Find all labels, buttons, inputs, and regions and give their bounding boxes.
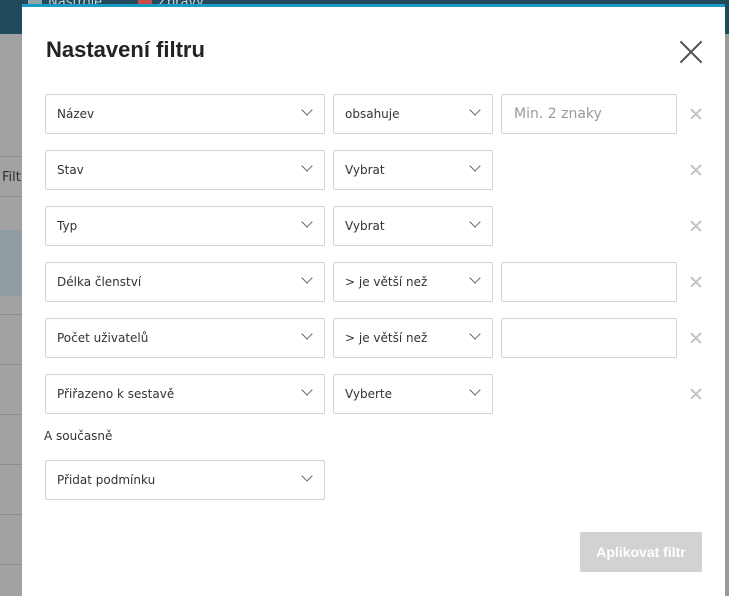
filter-operator-value: obsahuje <box>345 107 400 121</box>
filter-operator-select[interactable]: Vybrat <box>333 150 493 190</box>
chevron-down-icon <box>470 276 480 286</box>
close-icon[interactable] <box>678 39 704 65</box>
chevron-down-icon <box>302 164 312 174</box>
filter-settings-modal: Nastavení filtru Název obsahuje Stav Vyb… <box>22 4 725 596</box>
divider <box>0 196 22 197</box>
filter-row: Název obsahuje <box>22 94 725 134</box>
add-condition-label: Přidat podmínku <box>57 473 156 487</box>
filter-value-input[interactable] <box>502 319 676 357</box>
and-also-label: A současně <box>44 429 113 443</box>
filter-row: Délka členství > je větší než <box>22 262 725 302</box>
filter-operator-value: Vybrat <box>345 219 385 233</box>
chevron-down-icon <box>470 164 480 174</box>
backdrop-row-highlight <box>0 230 22 296</box>
divider <box>0 564 22 565</box>
divider <box>0 156 22 157</box>
chevron-down-icon <box>302 332 312 342</box>
chevron-down-icon <box>470 220 480 230</box>
divider <box>0 514 22 515</box>
remove-condition-icon[interactable] <box>688 330 704 346</box>
chevron-down-icon <box>302 108 312 118</box>
filter-field-value: Název <box>57 107 95 121</box>
filter-field-value: Délka členství <box>57 275 142 289</box>
filter-operator-value: Vybrat <box>345 163 385 177</box>
filter-operator-select[interactable]: Vybrat <box>333 206 493 246</box>
filter-field-select[interactable]: Název <box>45 94 325 134</box>
remove-condition-icon[interactable] <box>688 274 704 290</box>
remove-condition-icon[interactable] <box>688 106 704 122</box>
chevron-down-icon <box>470 332 480 342</box>
filter-field-select[interactable]: Počet uživatelů <box>45 318 325 358</box>
filter-field-value: Typ <box>57 219 78 233</box>
chevron-down-icon <box>302 388 312 398</box>
filter-field-select[interactable]: Typ <box>45 206 325 246</box>
filter-operator-select[interactable]: > je větší než <box>333 318 493 358</box>
modal-title: Nastavení filtru <box>46 37 205 62</box>
remove-condition-icon[interactable] <box>688 386 704 402</box>
chevron-down-icon <box>470 108 480 118</box>
chevron-down-icon <box>302 474 312 484</box>
filter-field-select[interactable]: Stav <box>45 150 325 190</box>
remove-condition-icon[interactable] <box>688 162 704 178</box>
chevron-down-icon <box>302 220 312 230</box>
filter-field-value: Přiřazeno k sestavě <box>57 387 175 401</box>
divider <box>0 364 22 365</box>
filter-operator-select[interactable]: Vyberte <box>333 374 493 414</box>
filter-field-select[interactable]: Délka členství <box>45 262 325 302</box>
chevron-down-icon <box>302 276 312 286</box>
filter-field-value: Stav <box>57 163 84 177</box>
filter-operator-value: > je větší než <box>345 275 428 289</box>
filter-operator-value: Vyberte <box>345 387 393 401</box>
filter-value-input[interactable] <box>502 263 676 301</box>
filter-row: Přiřazeno k sestavě Vyberte <box>22 374 725 414</box>
chevron-down-icon <box>470 388 480 398</box>
divider <box>0 464 22 465</box>
filter-value-field <box>501 94 677 134</box>
divider <box>0 314 22 315</box>
filter-field-select[interactable]: Přiřazeno k sestavě <box>45 374 325 414</box>
filter-operator-select[interactable]: > je větší než <box>333 262 493 302</box>
add-condition-row: Přidat podmínku <box>22 460 725 500</box>
remove-condition-icon[interactable] <box>688 218 704 234</box>
backdrop-table-edge: Filt <box>0 34 22 596</box>
filter-operator-value: > je větší než <box>345 331 428 345</box>
filter-row: Typ Vybrat <box>22 206 725 246</box>
filter-value-field <box>501 318 677 358</box>
filter-value-field <box>501 262 677 302</box>
filter-value-input[interactable] <box>502 95 676 133</box>
filter-field-value: Počet uživatelů <box>57 331 149 345</box>
apply-filter-button[interactable]: Aplikovat filtr <box>580 532 702 572</box>
add-condition-select[interactable]: Přidat podmínku <box>45 460 325 500</box>
filter-row: Počet uživatelů > je větší než <box>22 318 725 358</box>
backdrop-filter-label: Filt <box>2 170 21 185</box>
filter-row: Stav Vybrat <box>22 150 725 190</box>
divider <box>0 414 22 415</box>
filter-operator-select[interactable]: obsahuje <box>333 94 493 134</box>
